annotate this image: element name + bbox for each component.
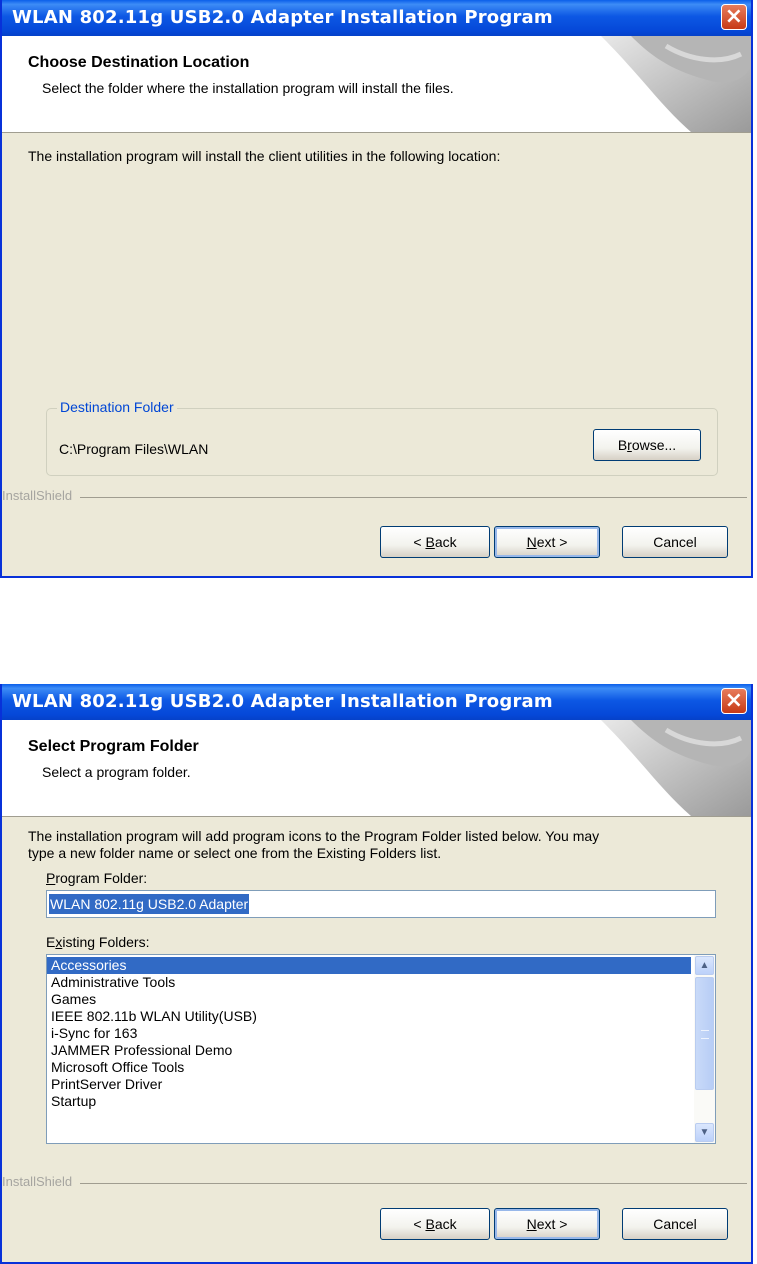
title-bar[interactable]: WLAN 802.11g USB2.0 Adapter Installation… xyxy=(2,0,751,36)
installshield-divider: InstallShield xyxy=(2,1174,751,1189)
installshield-divider: InstallShield xyxy=(2,488,751,503)
back-label-a: < xyxy=(413,1216,426,1232)
list-item[interactable]: i-Sync for 163 xyxy=(47,1025,691,1042)
next-label-mnemonic: N xyxy=(526,534,537,550)
header-banner: Select Program Folder Select a program f… xyxy=(2,720,751,817)
next-label-mnemonic: N xyxy=(526,1216,537,1232)
vertical-scrollbar[interactable]: ▲ ▼ xyxy=(694,955,715,1143)
header-banner: Choose Destination Location Select the f… xyxy=(2,36,751,133)
program-folder-input[interactable]: WLAN 802.11g USB2.0 Adapter xyxy=(46,890,716,918)
browse-label-a: B xyxy=(617,437,628,453)
back-label-mnemonic: B xyxy=(425,534,435,550)
list-item[interactable]: Microsoft Office Tools xyxy=(47,1059,691,1076)
program-folder-dialog: WLAN 802.11g USB2.0 Adapter Installation… xyxy=(0,684,753,1264)
program-folder-label-b: rogram Folder: xyxy=(55,870,148,886)
cancel-button[interactable]: Cancel xyxy=(622,526,728,558)
program-folder-value: WLAN 802.11g USB2.0 Adapter xyxy=(49,894,250,914)
destination-path: C:\Program Files\WLAN xyxy=(59,441,209,457)
next-label-b: ext > xyxy=(536,1216,568,1232)
installshield-label: InstallShield xyxy=(2,488,81,503)
cancel-button[interactable]: Cancel xyxy=(622,1208,728,1240)
close-button[interactable]: × xyxy=(721,4,747,30)
back-button[interactable]: < Back xyxy=(380,526,490,558)
next-button[interactable]: Next > xyxy=(494,1208,600,1240)
list-item[interactable]: Startup xyxy=(47,1093,691,1110)
destination-folder-label: Destination Folder xyxy=(57,399,177,415)
banner-title: Select Program Folder xyxy=(28,738,199,755)
existing-folders-list[interactable]: Accessories Administrative Tools Games I… xyxy=(46,954,716,1144)
back-label-b: ack xyxy=(434,534,457,550)
close-icon: × xyxy=(724,688,744,713)
back-label-mnemonic: B xyxy=(425,1216,435,1232)
instruction-text: The installation program will install th… xyxy=(28,148,501,164)
list-item[interactable]: Accessories xyxy=(47,957,691,974)
list-item[interactable]: Games xyxy=(47,991,691,1008)
next-button[interactable]: Next > xyxy=(494,526,600,558)
destination-location-dialog: WLAN 802.11g USB2.0 Adapter Installation… xyxy=(0,0,753,578)
back-label-a: < xyxy=(413,534,426,550)
scroll-up-button[interactable]: ▲ xyxy=(695,956,714,975)
program-folder-label-mnemonic: P xyxy=(46,870,56,886)
close-icon: × xyxy=(724,4,744,29)
instruction-line-1: The installation program will add progra… xyxy=(28,828,600,844)
back-button[interactable]: < Back xyxy=(380,1208,490,1240)
browse-button[interactable]: Browse... xyxy=(593,429,701,461)
list-item[interactable]: Administrative Tools xyxy=(47,974,691,991)
banner-title: Choose Destination Location xyxy=(28,54,250,71)
window-title: WLAN 802.11g USB2.0 Adapter Installation… xyxy=(12,691,553,712)
installshield-graphic-icon xyxy=(601,36,751,132)
list-item[interactable]: IEEE 802.11b WLAN Utility(USB) xyxy=(47,1008,691,1025)
existing-folders-label: Existing Folders: xyxy=(46,934,150,950)
close-button[interactable]: × xyxy=(721,688,747,714)
banner-subtitle: Select a program folder. xyxy=(42,764,191,780)
chevron-down-icon: ▼ xyxy=(699,1127,710,1138)
next-label-b: ext > xyxy=(536,534,568,550)
existing-folders-label-b: isting Folders: xyxy=(62,934,150,950)
banner-subtitle: Select the folder where the installation… xyxy=(42,80,454,96)
list-item[interactable]: JAMMER Professional Demo xyxy=(47,1042,691,1059)
list-item[interactable]: PrintServer Driver xyxy=(47,1076,691,1093)
instruction-line-2: type a new folder name or select one fro… xyxy=(28,845,442,861)
installshield-label: InstallShield xyxy=(2,1174,81,1189)
grip-icon xyxy=(701,1030,709,1039)
window-title: WLAN 802.11g USB2.0 Adapter Installation… xyxy=(12,7,553,28)
back-label-b: ack xyxy=(434,1216,457,1232)
instruction-text: The installation program will add progra… xyxy=(28,828,718,862)
scroll-thumb[interactable] xyxy=(695,977,714,1090)
existing-folders-label-a: E xyxy=(46,934,56,950)
browse-label-b: owse... xyxy=(631,437,677,453)
destination-folder-group: Destination Folder C:\Program Files\WLAN… xyxy=(46,399,718,476)
chevron-up-icon: ▲ xyxy=(699,960,710,971)
scroll-down-button[interactable]: ▼ xyxy=(695,1123,714,1142)
title-bar[interactable]: WLAN 802.11g USB2.0 Adapter Installation… xyxy=(2,684,751,720)
program-folder-label: Program Folder: xyxy=(46,870,147,886)
installshield-graphic-icon xyxy=(601,720,751,816)
